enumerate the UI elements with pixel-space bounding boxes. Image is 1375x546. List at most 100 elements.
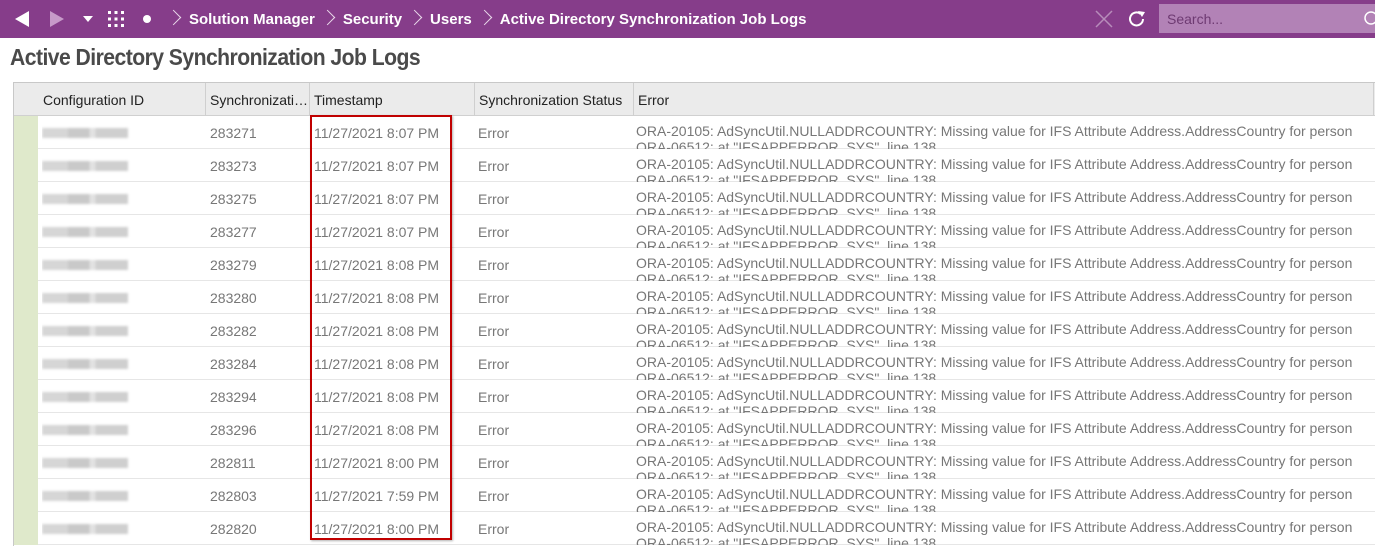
row-selector[interactable] xyxy=(14,479,38,512)
row-selector[interactable] xyxy=(14,413,38,446)
table-row[interactable]: 283279 11/27/2021 8:08 PM Error ORA-20105: … xyxy=(14,248,1375,281)
row-selector[interactable] xyxy=(14,281,38,314)
cell-status: Error xyxy=(478,355,510,372)
error-line-2: ORA-06512: at "IFSAPPERROR_SYS", line 13… xyxy=(636,238,937,248)
row-selector[interactable] xyxy=(14,248,38,281)
back-button[interactable] xyxy=(10,0,34,38)
cell-configuration-id xyxy=(42,479,206,512)
error-line-2: ORA-06512: at "IFSAPPERROR_SYS", line 13… xyxy=(636,469,937,479)
cell-error: ORA-20105: AdSyncUtil.NULLADDRCOUNTRY: M… xyxy=(636,281,1374,314)
refresh-button[interactable] xyxy=(1126,0,1148,38)
error-line-1: ORA-20105: AdSyncUtil.NULLADDRCOUNTRY: M… xyxy=(636,222,1353,238)
column-header-synchronization-id[interactable]: Synchronizati… xyxy=(206,83,310,116)
row-selector[interactable] xyxy=(14,380,38,413)
cell-timestamp: 11/27/2021 8:08 PM xyxy=(314,289,440,306)
cell-timestamp: 11/27/2021 8:08 PM xyxy=(314,322,440,339)
cell-timestamp: 11/27/2021 7:59 PM xyxy=(314,487,440,504)
row-selector[interactable] xyxy=(14,149,38,182)
error-line-1: ORA-20105: AdSyncUtil.NULLADDRCOUNTRY: M… xyxy=(636,354,1353,370)
home-button[interactable] xyxy=(140,0,154,38)
table-row[interactable]: 283277 11/27/2021 8:07 PM Error ORA-20105: … xyxy=(14,215,1375,248)
top-navigation-bar: Solution Manager Security Users Active D… xyxy=(0,0,1375,38)
row-selector[interactable] xyxy=(14,116,38,149)
close-icon xyxy=(1095,10,1113,28)
column-header-configuration-id[interactable]: Configuration ID xyxy=(38,83,206,116)
cell-configuration-id xyxy=(42,215,206,248)
breadcrumb-security[interactable]: Security xyxy=(343,11,402,28)
cell-synchronization-id: 283280 xyxy=(210,289,257,306)
cell-synchronization-id: 283275 xyxy=(210,190,257,207)
redacted-value xyxy=(42,457,128,468)
error-line-2: ORA-06512: at "IFSAPPERROR_SYS", line 13… xyxy=(636,337,937,347)
row-selector[interactable] xyxy=(14,512,38,545)
redacted-value xyxy=(42,292,128,303)
row-selector[interactable] xyxy=(14,446,38,479)
cell-timestamp: 11/27/2021 8:07 PM xyxy=(314,124,440,141)
table-row[interactable]: 283273 11/27/2021 8:07 PM Error ORA-20105: … xyxy=(14,149,1375,182)
cell-status: Error xyxy=(478,322,510,339)
breadcrumb-users[interactable]: Users xyxy=(430,11,472,28)
error-line-1: ORA-20105: AdSyncUtil.NULLADDRCOUNTRY: M… xyxy=(636,486,1353,502)
cell-timestamp: 11/27/2021 8:07 PM xyxy=(314,190,440,207)
error-line-2: ORA-06512: at "IFSAPPERROR_SYS", line 13… xyxy=(636,436,937,446)
cell-configuration-id xyxy=(42,248,206,281)
error-line-2: ORA-06512: at "IFSAPPERROR_SYS", line 13… xyxy=(636,205,937,215)
table-row[interactable]: 283296 11/27/2021 8:08 PM Error ORA-20105: … xyxy=(14,413,1375,446)
cell-timestamp: 11/27/2021 8:07 PM xyxy=(314,223,440,240)
table-row[interactable]: 283284 11/27/2021 8:08 PM Error ORA-20105: … xyxy=(14,347,1375,380)
cell-status: Error xyxy=(478,454,510,471)
app-menu-button[interactable] xyxy=(105,0,127,38)
cell-synchronization-id: 282820 xyxy=(210,520,257,537)
redacted-value xyxy=(42,193,128,204)
error-line-1: ORA-20105: AdSyncUtil.NULLADDRCOUNTRY: M… xyxy=(636,288,1353,304)
table-row[interactable]: 283280 11/27/2021 8:08 PM Error ORA-20105: … xyxy=(14,281,1375,314)
row-selector[interactable] xyxy=(14,215,38,248)
cell-configuration-id xyxy=(42,380,206,413)
row-selector[interactable] xyxy=(14,182,38,215)
breadcrumb-solution-manager[interactable]: Solution Manager xyxy=(189,11,315,28)
search-icon[interactable] xyxy=(1363,11,1375,27)
chevron-right-icon xyxy=(165,0,187,38)
job-logs-grid: Configuration ID Synchronizati… Timestam… xyxy=(13,82,1375,546)
back-icon xyxy=(15,11,29,27)
cell-error: ORA-20105: AdSyncUtil.NULLADDRCOUNTRY: M… xyxy=(636,413,1374,446)
close-button[interactable] xyxy=(1093,0,1115,38)
chevron-right-icon xyxy=(406,0,428,38)
cell-synchronization-id: 283282 xyxy=(210,322,257,339)
cell-synchronization-id: 283271 xyxy=(210,124,257,141)
cell-timestamp: 11/27/2021 8:07 PM xyxy=(314,157,440,174)
cell-timestamp: 11/27/2021 8:08 PM xyxy=(314,421,440,438)
table-row[interactable]: 282803 11/27/2021 7:59 PM Error ORA-20105: … xyxy=(14,479,1375,512)
history-dropdown-button[interactable] xyxy=(80,0,96,38)
forward-button[interactable] xyxy=(46,0,68,38)
table-row[interactable]: 282820 11/27/2021 8:00 PM Error ORA-20105: … xyxy=(14,512,1375,545)
row-selector-header[interactable] xyxy=(14,83,38,116)
search-input[interactable] xyxy=(1167,10,1357,27)
cell-configuration-id xyxy=(42,182,206,215)
cell-error: ORA-20105: AdSyncUtil.NULLADDRCOUNTRY: M… xyxy=(636,347,1374,380)
cell-error: ORA-20105: AdSyncUtil.NULLADDRCOUNTRY: M… xyxy=(636,314,1374,347)
table-row[interactable]: 283275 11/27/2021 8:07 PM Error ORA-20105: … xyxy=(14,182,1375,215)
table-row[interactable]: 283282 11/27/2021 8:08 PM Error ORA-20105: … xyxy=(14,314,1375,347)
column-header-timestamp[interactable]: Timestamp xyxy=(310,83,475,116)
cell-configuration-id xyxy=(42,347,206,380)
table-row[interactable]: 283271 11/27/2021 8:07 PM Error ORA-20105: … xyxy=(14,116,1375,149)
breadcrumb: Solution Manager Security Users Active D… xyxy=(163,0,808,38)
row-selector[interactable] xyxy=(14,347,38,380)
error-line-2: ORA-06512: at "IFSAPPERROR_SYS", line 13… xyxy=(636,502,937,512)
breadcrumb-current-page[interactable]: Active Directory Synchronization Job Log… xyxy=(500,11,807,28)
error-line-2: ORA-06512: at "IFSAPPERROR_SYS", line 13… xyxy=(636,535,937,545)
column-header-error[interactable]: Error xyxy=(634,83,1374,116)
column-header-synchronization-status[interactable]: Synchronization Status xyxy=(475,83,634,116)
row-selector[interactable] xyxy=(14,314,38,347)
table-row[interactable]: 283294 11/27/2021 8:08 PM Error ORA-20105: … xyxy=(14,380,1375,413)
app-grid-icon xyxy=(108,11,124,27)
error-line-1: ORA-20105: AdSyncUtil.NULLADDRCOUNTRY: M… xyxy=(636,156,1353,172)
cell-synchronization-id: 283294 xyxy=(210,388,257,405)
cell-timestamp: 11/27/2021 8:08 PM xyxy=(314,388,440,405)
error-line-1: ORA-20105: AdSyncUtil.NULLADDRCOUNTRY: M… xyxy=(636,387,1353,403)
table-row[interactable]: 282811 11/27/2021 8:00 PM Error ORA-20105: … xyxy=(14,446,1375,479)
cell-synchronization-id: 283296 xyxy=(210,421,257,438)
cell-timestamp: 11/27/2021 8:08 PM xyxy=(314,355,440,372)
cell-error: ORA-20105: AdSyncUtil.NULLADDRCOUNTRY: M… xyxy=(636,149,1374,182)
